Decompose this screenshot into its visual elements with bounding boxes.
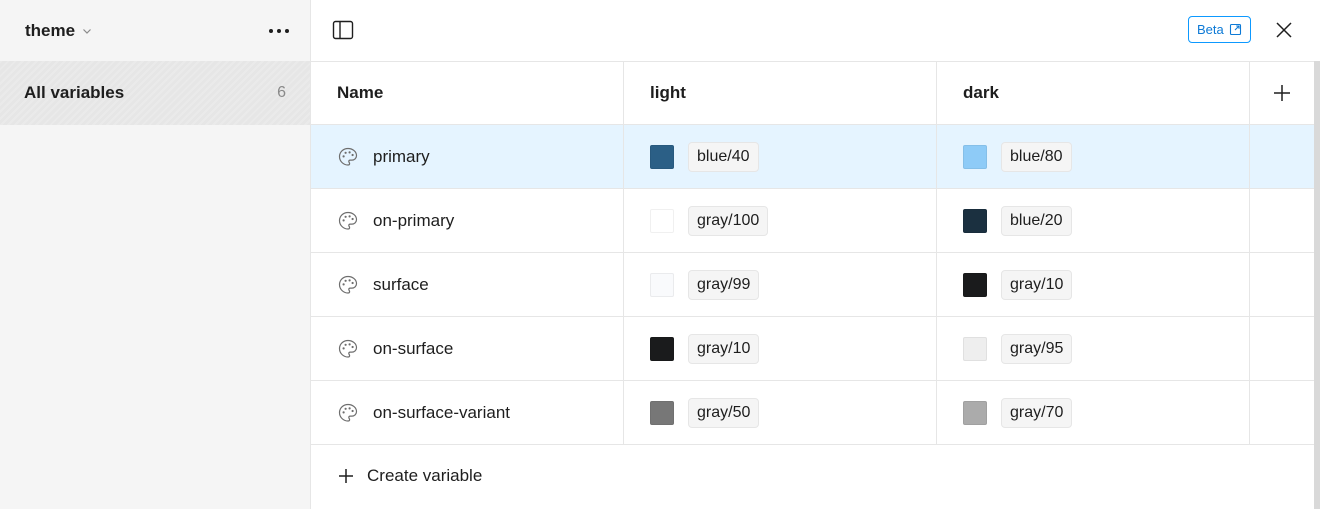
- dark-value-cell[interactable]: blue/80: [937, 125, 1250, 188]
- light-alias-chip[interactable]: gray/10: [688, 333, 760, 364]
- more-options-button[interactable]: [265, 25, 293, 37]
- variable-name-cell[interactable]: on-primary: [311, 189, 624, 252]
- color-variable-icon: [337, 210, 359, 232]
- variable-name: surface: [373, 274, 429, 294]
- scrollbar[interactable]: [1314, 61, 1320, 509]
- light-color-swatch[interactable]: [650, 208, 674, 233]
- dot-icon: [285, 28, 289, 33]
- light-value-cell[interactable]: blue/40: [624, 125, 937, 188]
- sidebar-toggle-icon[interactable]: [331, 18, 355, 42]
- light-alias-chip[interactable]: blue/40: [688, 141, 759, 172]
- dark-color-swatch[interactable]: [963, 336, 987, 361]
- dark-color-swatch[interactable]: [963, 272, 987, 297]
- add-mode-cell: [1250, 62, 1314, 124]
- sidebar-header: theme: [0, 0, 310, 61]
- dark-value-cell[interactable]: gray/70: [937, 381, 1250, 444]
- dark-color-swatch[interactable]: [963, 144, 987, 169]
- external-link-icon: [1229, 23, 1241, 36]
- light-alias-chip[interactable]: gray/99: [688, 269, 760, 300]
- dark-alias-chip[interactable]: blue/80: [1001, 141, 1072, 172]
- table-row[interactable]: on-primary gray/100 blue/20: [311, 188, 1314, 252]
- table-row[interactable]: surface gray/99 gray/10: [311, 252, 1314, 316]
- dot-icon: [269, 28, 273, 33]
- variable-name-cell[interactable]: on-surface-variant: [311, 381, 624, 444]
- variables-dialog: theme All variables 6 Beta Name light da…: [0, 0, 1320, 509]
- variable-name-cell[interactable]: surface: [311, 253, 624, 316]
- main-panel: Beta Name light dark primary blue/40 blu…: [311, 0, 1320, 509]
- plus-icon: [339, 468, 353, 483]
- dark-alias-chip[interactable]: gray/95: [1001, 333, 1073, 364]
- empty-cell: [1250, 381, 1314, 444]
- add-mode-button[interactable]: [1271, 82, 1293, 104]
- variable-name: on-primary: [373, 210, 455, 230]
- dark-value-cell[interactable]: gray/95: [937, 317, 1250, 380]
- column-header-name: Name: [311, 62, 624, 124]
- dot-icon: [277, 28, 281, 33]
- dark-color-swatch[interactable]: [963, 400, 987, 425]
- color-variable-icon: [337, 338, 359, 360]
- variable-name-cell[interactable]: on-surface: [311, 317, 624, 380]
- color-variable-icon: [337, 402, 359, 424]
- table-row[interactable]: primary blue/40 blue/80: [311, 124, 1314, 188]
- beta-badge[interactable]: Beta: [1188, 16, 1251, 43]
- create-variable-button[interactable]: Create variable: [311, 444, 1314, 506]
- column-header-label: light: [650, 83, 686, 102]
- sidebar-item-all-variables[interactable]: All variables 6: [0, 61, 310, 125]
- table-row[interactable]: on-surface-variant gray/50 gray/70: [311, 380, 1314, 444]
- color-variable-icon: [337, 274, 359, 296]
- light-color-swatch[interactable]: [650, 400, 674, 425]
- empty-cell: [1250, 253, 1314, 316]
- light-alias-chip[interactable]: gray/100: [688, 205, 769, 236]
- light-color-swatch[interactable]: [650, 272, 674, 297]
- variables-table: Name light dark primary blue/40 blue/80 on-…: [311, 61, 1314, 506]
- variable-name: on-surface-variant: [373, 402, 511, 422]
- sidebar: theme All variables 6: [0, 0, 311, 509]
- dark-alias-chip[interactable]: gray/10: [1001, 269, 1073, 300]
- close-icon[interactable]: [1271, 17, 1297, 43]
- sidebar-item-label: All variables: [24, 83, 125, 102]
- light-alias-chip[interactable]: gray/50: [688, 397, 760, 428]
- collection-dropdown[interactable]: theme: [25, 21, 93, 41]
- table-row[interactable]: on-surface gray/10 gray/95: [311, 316, 1314, 380]
- light-value-cell[interactable]: gray/100: [624, 189, 937, 252]
- collection-name: theme: [25, 20, 76, 40]
- light-value-cell[interactable]: gray/50: [624, 381, 937, 444]
- column-header-label: dark: [963, 83, 999, 102]
- variable-name: primary: [373, 146, 430, 166]
- light-value-cell[interactable]: gray/10: [624, 317, 937, 380]
- empty-cell: [1250, 125, 1314, 188]
- table-header-row: Name light dark: [311, 61, 1314, 124]
- dark-alias-chip[interactable]: blue/20: [1001, 205, 1072, 236]
- dark-value-cell[interactable]: gray/10: [937, 253, 1250, 316]
- create-variable-label: Create variable: [367, 465, 483, 485]
- light-value-cell[interactable]: gray/99: [624, 253, 937, 316]
- table-body: primary blue/40 blue/80 on-primary gray/100 b…: [311, 124, 1314, 444]
- dark-color-swatch[interactable]: [963, 208, 987, 233]
- empty-cell: [1250, 317, 1314, 380]
- variable-name: on-surface: [373, 338, 454, 358]
- column-header-light[interactable]: light: [624, 62, 937, 124]
- column-header-label: Name: [337, 83, 384, 102]
- dark-value-cell[interactable]: blue/20: [937, 189, 1250, 252]
- light-color-swatch[interactable]: [650, 144, 674, 169]
- color-variable-icon: [337, 146, 359, 168]
- sidebar-item-count: 6: [277, 84, 286, 101]
- toolbar: Beta: [311, 0, 1320, 61]
- variable-name-cell[interactable]: primary: [311, 125, 624, 188]
- beta-label: Beta: [1197, 22, 1224, 37]
- empty-cell: [1250, 189, 1314, 252]
- column-header-dark[interactable]: dark: [937, 62, 1250, 124]
- light-color-swatch[interactable]: [650, 336, 674, 361]
- dark-alias-chip[interactable]: gray/70: [1001, 397, 1073, 428]
- chevron-down-icon: [83, 28, 92, 34]
